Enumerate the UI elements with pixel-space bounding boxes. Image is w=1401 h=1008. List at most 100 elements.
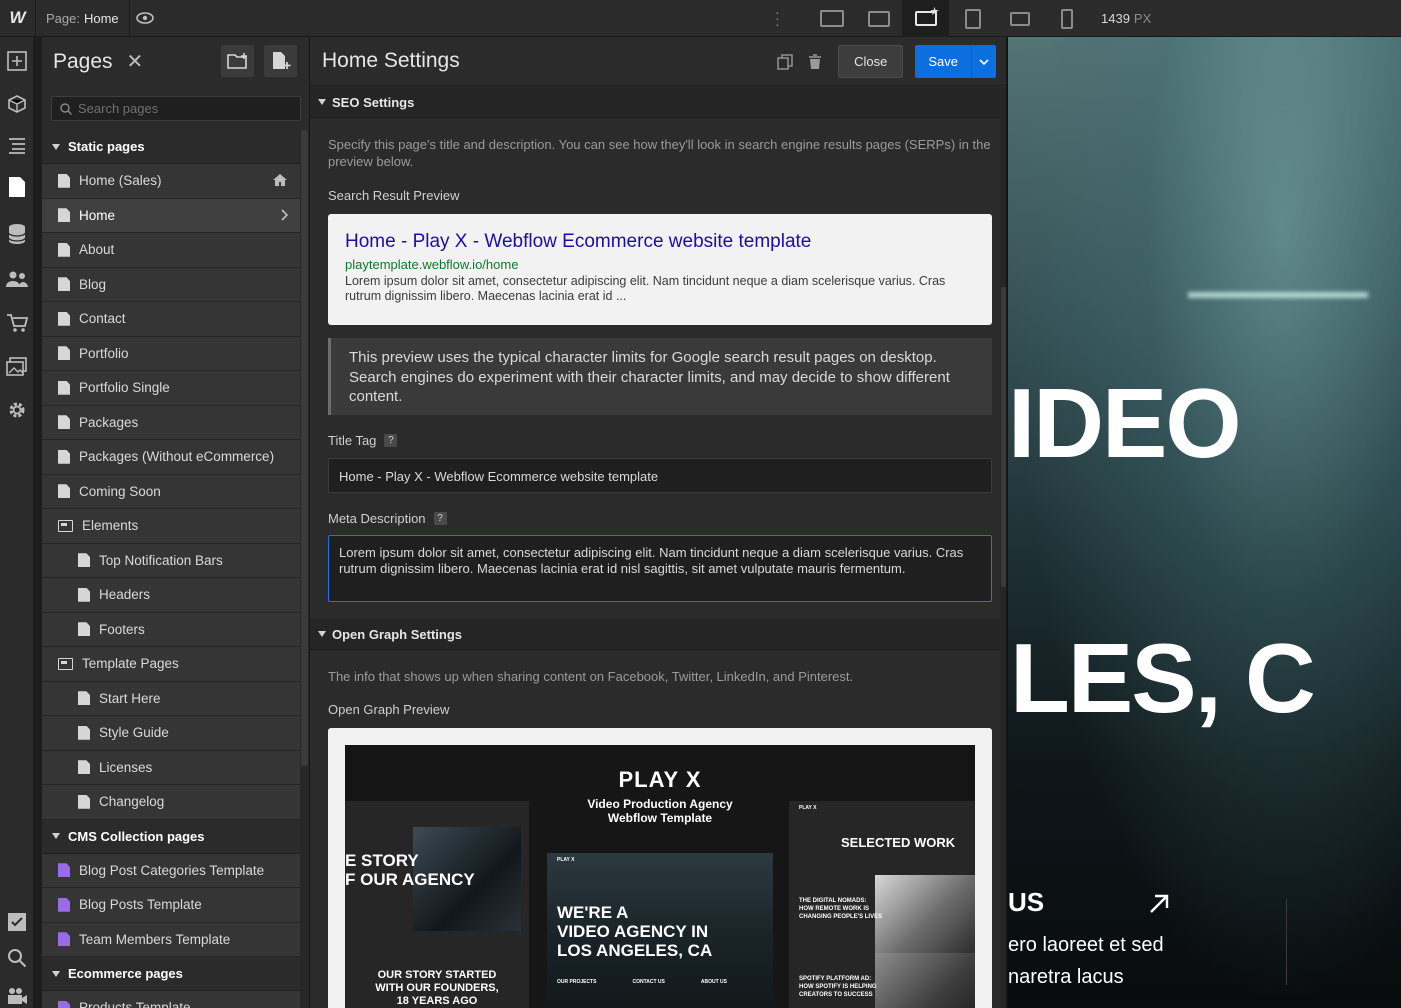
page-list-item[interactable]: Products Template [42, 991, 300, 1008]
page-icon [78, 760, 90, 775]
create-page-button[interactable] [264, 45, 297, 77]
og-mock-right-photo-1 [875, 875, 975, 953]
page-list-item[interactable]: Packages [42, 405, 300, 440]
more-options-icon[interactable]: · · · [775, 5, 780, 31]
save-button[interactable]: Save [915, 45, 972, 78]
assets-images-icon[interactable] [5, 355, 29, 379]
symbols-cube-icon[interactable] [5, 92, 29, 116]
title-tag-input[interactable]: Home - Play X - Webflow Ecommerce websit… [328, 458, 992, 493]
seo-section-header[interactable]: SEO Settings [310, 87, 1000, 118]
open-graph-section-header[interactable]: Open Graph Settings [310, 619, 1000, 650]
page-group-header[interactable]: Ecommerce pages [42, 957, 300, 991]
video-tutorials-icon[interactable] [5, 984, 29, 1008]
page-list-item[interactable]: Home [42, 198, 300, 233]
page-list-item[interactable]: Licenses [42, 750, 300, 785]
page-list-item[interactable]: About [42, 233, 300, 268]
og-center-heading: WE'RE A VIDEO AGENCY IN LOS ANGELES, CA [557, 903, 712, 960]
canvas-hero-light [1188, 292, 1368, 298]
preview-eye-icon[interactable] [130, 0, 160, 36]
page-folder-item[interactable]: Elements [42, 509, 300, 544]
page-list-item[interactable]: Headers [42, 578, 300, 613]
audit-checkbox-icon[interactable] [5, 910, 29, 934]
settings-scrollbar-thumb[interactable] [1001, 287, 1006, 587]
pages-scrollbar-thumb[interactable] [301, 130, 308, 766]
page-list-item[interactable]: Changelog [42, 785, 300, 820]
page-list-item[interactable]: Portfolio [42, 336, 300, 371]
settings-title: Home Settings [322, 49, 460, 72]
og-left-footer-2: WITH OUR FOUNDERS, [375, 982, 499, 994]
design-canvas[interactable]: IDEO LES, C US ero laoreet et sed naretr… [1008, 37, 1401, 1008]
page-item-label: Top Notification Bars [99, 552, 223, 568]
desktop-base-icon[interactable]: ★ [902, 0, 949, 37]
close-icon[interactable]: ✕ [127, 49, 144, 74]
og-left-footer-3: 18 YEARS AGO [396, 995, 478, 1007]
help-icon[interactable]: ? [384, 434, 398, 447]
duplicate-page-icon[interactable] [774, 47, 796, 77]
save-options-chevron-icon[interactable] [972, 45, 996, 78]
chevron-right-icon[interactable] [280, 208, 289, 224]
page-list-item[interactable]: Team Members Template [42, 922, 300, 957]
collapse-triangle-icon [52, 970, 60, 977]
add-elements-icon[interactable] [5, 49, 29, 73]
page-item-label: Contact [79, 311, 126, 327]
page-item-label: Coming Soon [79, 483, 161, 499]
search-pages-input[interactable] [78, 101, 288, 116]
desktop-large-icon[interactable] [808, 0, 855, 37]
create-folder-button[interactable] [221, 45, 254, 77]
page-list-item[interactable]: Portfolio Single [42, 371, 300, 406]
page-list-item[interactable]: Top Notification Bars [42, 543, 300, 578]
tablet-icon[interactable] [949, 0, 996, 37]
close-button[interactable]: Close [838, 45, 904, 78]
serp-url: playtemplate.webflow.io/home [345, 257, 519, 272]
page-list-item[interactable]: Packages (Without eCommerce) [42, 440, 300, 475]
canvas-line-2: naretra lacus [1008, 966, 1124, 988]
page-list-item[interactable]: Footers [42, 612, 300, 647]
page-list-item[interactable]: Blog Post Categories Template [42, 853, 300, 888]
preview-note: This preview uses the typical character … [328, 338, 992, 415]
page-list-item[interactable]: Contact [42, 302, 300, 337]
og-right-item-2a: SPOTIFY PLATFORM AD: [799, 976, 872, 982]
page-list-item[interactable]: Blog [42, 267, 300, 302]
page-item-label: Team Members Template [79, 931, 231, 947]
current-page-indicator[interactable]: Page: Home [36, 11, 119, 26]
search-pages-field[interactable] [51, 96, 301, 121]
og-mock-right-photo-2 [875, 953, 975, 1008]
pages-icon[interactable] [5, 175, 29, 199]
webflow-logo-icon[interactable]: W [0, 0, 36, 36]
folder-icon [58, 519, 73, 532]
page-list-item[interactable]: Home (Sales) [42, 164, 300, 199]
pages-scrollbar[interactable] [300, 130, 309, 1008]
search-icon[interactable] [5, 946, 29, 970]
users-icon[interactable] [5, 267, 29, 291]
seo-heading: SEO Settings [332, 94, 415, 110]
page-list-item[interactable]: Start Here [42, 681, 300, 716]
page-list-item[interactable]: Coming Soon [42, 474, 300, 509]
open-graph-preview: PLAY X Video Production Agency Webflow T… [328, 728, 992, 1008]
delete-page-icon[interactable] [804, 47, 826, 77]
page-item-label: Home [79, 207, 116, 223]
ecommerce-cart-icon[interactable] [5, 311, 29, 335]
page-list-item[interactable]: Style Guide [42, 716, 300, 751]
mobile-portrait-icon[interactable] [1043, 0, 1090, 37]
page-settings-panel: Home Settings Close Save SEO Settings Sp… [310, 37, 1008, 1008]
page-list-item[interactable]: Blog Posts Template [42, 888, 300, 923]
folder-plus-icon [226, 53, 247, 69]
cms-database-icon[interactable] [5, 222, 29, 246]
mobile-landscape-icon[interactable] [996, 0, 1043, 37]
page-group-label: Static pages [68, 139, 145, 154]
page-folder-item[interactable]: Template Pages [42, 647, 300, 682]
settings-gear-icon[interactable] [5, 398, 29, 422]
page-group-header[interactable]: Static pages [42, 130, 300, 164]
settings-scrollbar[interactable] [1000, 87, 1006, 1008]
canvas-width-readout[interactable]: 1439 PX [1101, 11, 1151, 26]
navigator-icon[interactable] [5, 133, 29, 157]
current-page-name: Home [83, 10, 119, 26]
og-brand: PLAY X [618, 767, 702, 792]
desktop-icon[interactable] [855, 0, 902, 37]
help-icon[interactable]: ? [433, 512, 447, 525]
og-right-item-1a: THE DIGITAL NOMADS: [799, 898, 867, 904]
meta-description-textarea[interactable] [328, 535, 992, 602]
og-left-heading-1: E STORY [345, 851, 419, 870]
page-item-label: Footers [99, 621, 145, 637]
page-group-header[interactable]: CMS Collection pages [42, 819, 300, 854]
